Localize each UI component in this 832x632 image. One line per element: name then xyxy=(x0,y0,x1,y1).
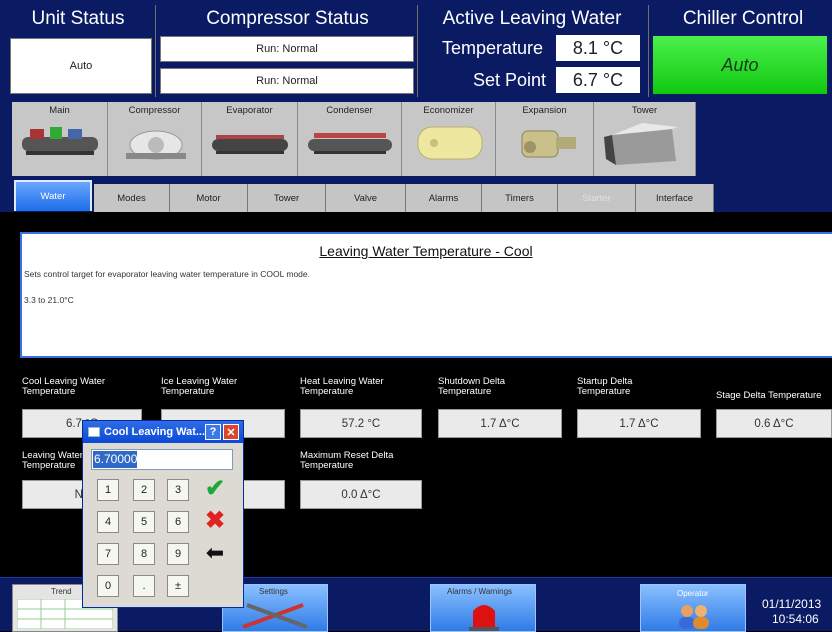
date-display: 01/11/2013 xyxy=(762,597,822,611)
tab-motor[interactable]: Motor xyxy=(170,184,248,212)
key-1[interactable]: 1 xyxy=(97,479,119,501)
key-3[interactable]: 3 xyxy=(167,479,189,501)
keypad-input[interactable]: 6.70000 xyxy=(91,449,233,470)
tab-timers[interactable]: Timers xyxy=(482,184,558,212)
param-value-heat-lwt[interactable]: 57.2 °C xyxy=(300,409,422,438)
keypad-window-icon xyxy=(88,427,100,437)
unit-status-title: Unit Status xyxy=(31,8,125,29)
divider xyxy=(648,5,649,97)
keypad-dialog: Cool Leaving Wat... ? ✕ 6.70000 1 2 3 ✔ … xyxy=(82,420,244,608)
chiller-unit-icon xyxy=(22,127,98,155)
condenser-icon xyxy=(308,133,392,154)
tools-icon xyxy=(242,603,308,629)
expansion-valve-icon xyxy=(521,130,576,158)
setpoint-label: Set Point xyxy=(473,70,547,90)
key-6[interactable]: 6 xyxy=(167,511,189,533)
component-label: Expansion xyxy=(522,105,567,116)
alarm-beacon-icon xyxy=(469,605,499,631)
component-label: Tower xyxy=(631,105,658,116)
component-label: Economizer xyxy=(423,105,474,116)
chiller-control-title: Chiller Control xyxy=(682,8,804,29)
key-plus-minus[interactable]: ± xyxy=(167,575,189,597)
component-evaporator[interactable]: Evaporator xyxy=(202,102,298,176)
cancel-x-icon[interactable]: ✖ xyxy=(201,508,229,534)
active-leaving-water-title: Active Leaving Water xyxy=(442,8,622,29)
compressor-status-title: Compressor Status xyxy=(206,8,369,29)
key-2[interactable]: 2 xyxy=(133,479,155,501)
close-icon[interactable]: ✕ xyxy=(223,424,239,440)
unit-status-value: Auto xyxy=(10,38,152,94)
alarms-label: Alarms / Warnings xyxy=(447,587,513,596)
backspace-arrow-icon[interactable]: ⬅ xyxy=(201,540,229,566)
time-display: 10:54:06 xyxy=(772,612,819,626)
ok-check-icon[interactable]: ✔ xyxy=(201,476,229,502)
param-label-shutdown-delta: Shutdown Delta Temperature xyxy=(438,376,506,397)
param-label-heat-lwt: Heat Leaving Water Temperature xyxy=(300,376,384,397)
param-value-startup-delta[interactable]: 1.7 Δ°C xyxy=(577,409,701,438)
tab-alarms[interactable]: Alarms xyxy=(406,184,482,212)
tab-valve[interactable]: Valve xyxy=(326,184,406,212)
param-label-max-reset-delta: Maximum Reset Delta Temperature xyxy=(300,450,394,471)
evaporator-icon xyxy=(212,135,288,154)
divider xyxy=(417,5,418,97)
component-economizer[interactable]: Economizer xyxy=(402,102,496,176)
key-8[interactable]: 8 xyxy=(133,543,155,565)
lwt-temperature-value: 8.1 °C xyxy=(556,35,640,61)
param-value-max-reset-delta[interactable]: 0.0 Δ°C xyxy=(300,480,422,509)
description-range: 3.3 to 21.0°C xyxy=(24,295,74,305)
tab-water[interactable]: Water xyxy=(14,180,92,211)
compressor-status-value-1: Run: Normal xyxy=(160,36,414,62)
component-label: Main xyxy=(49,105,70,116)
cooling-tower-icon xyxy=(604,123,678,165)
trend-label: Trend xyxy=(51,587,72,596)
param-label-ice-lwt: Ice Leaving Water Temperature xyxy=(161,376,238,397)
chiller-control-value: Auto xyxy=(721,54,759,75)
param-label-startup-delta: Startup Delta Temperature xyxy=(577,376,633,397)
key-9[interactable]: 9 xyxy=(167,543,189,565)
chiller-control-button[interactable]: Auto xyxy=(653,36,827,94)
setpoint-value: 6.7 °C xyxy=(556,67,640,93)
tab-starter: Starter xyxy=(558,184,636,212)
component-compressor[interactable]: Compressor xyxy=(108,102,202,176)
operator-users-icon xyxy=(679,605,709,629)
lwt-temperature-label: Temperature xyxy=(442,38,544,58)
divider xyxy=(155,5,156,97)
param-value-shutdown-delta[interactable]: 1.7 Δ°C xyxy=(438,409,562,438)
component-expansion[interactable]: Expansion xyxy=(496,102,594,176)
param-value-stage-delta[interactable]: 0.6 Δ°C xyxy=(716,409,832,438)
key-4[interactable]: 4 xyxy=(97,511,119,533)
description-text: Sets control target for evaporator leavi… xyxy=(24,269,310,279)
settings-label: Settings xyxy=(259,587,288,596)
component-tower[interactable]: Tower xyxy=(594,102,696,176)
operator-button[interactable]: Operator xyxy=(640,584,746,632)
component-label: Compressor xyxy=(128,105,181,116)
keypad-title: Cool Leaving Wat... xyxy=(104,426,206,438)
description-title: Leaving Water Temperature - Cool xyxy=(319,243,533,259)
tab-tower[interactable]: Tower xyxy=(248,184,326,212)
component-label: Evaporator xyxy=(226,105,273,116)
compressor-status-value-2: Run: Normal xyxy=(160,68,414,94)
key-decimal[interactable]: . xyxy=(133,575,155,597)
alarms-button[interactable]: Alarms / Warnings xyxy=(430,584,536,632)
economizer-icon xyxy=(417,126,483,160)
operator-label: Operator xyxy=(677,589,709,598)
param-label-cool-lwt: Cool Leaving Water Temperature xyxy=(22,376,106,397)
tab-interface[interactable]: Interface xyxy=(636,184,714,212)
component-condenser[interactable]: Condenser xyxy=(298,102,402,176)
component-main[interactable]: Main xyxy=(12,102,108,176)
key-0[interactable]: 0 xyxy=(97,575,119,597)
compressor-icon xyxy=(126,130,186,160)
key-5[interactable]: 5 xyxy=(133,511,155,533)
help-icon[interactable]: ? xyxy=(205,424,221,440)
component-label: Condenser xyxy=(326,105,373,116)
key-7[interactable]: 7 xyxy=(97,543,119,565)
param-label-stage-delta: Stage Delta Temperature xyxy=(716,391,822,401)
tab-modes[interactable]: Modes xyxy=(94,184,170,212)
